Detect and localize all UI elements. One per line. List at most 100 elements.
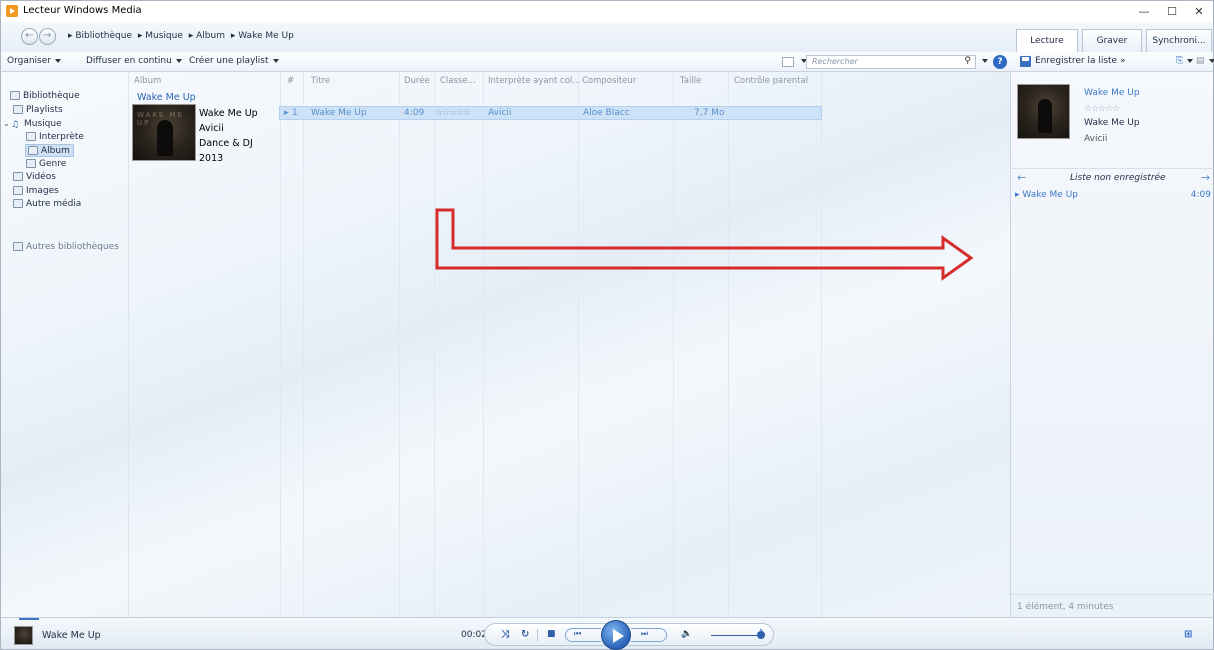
create-playlist-menu[interactable]: Créer une playlist <box>189 56 279 66</box>
maximize-button[interactable]: ☐ <box>1162 4 1182 20</box>
shuffle-icon[interactable]: ⤨ <box>501 629 509 640</box>
column-header-parental-rating[interactable]: Contrôle parental <box>734 76 808 86</box>
list-item[interactable]: ▸ Wake Me Up 4:09 <box>1015 190 1211 200</box>
minimize-button[interactable]: — <box>1134 4 1154 20</box>
album-group-header[interactable]: Wake Me Up <box>137 92 196 103</box>
forward-arrow-icon: → <box>43 30 52 41</box>
stop-icon[interactable]: ■ <box>547 629 556 639</box>
previous-list-arrow-icon[interactable]: ← <box>1017 171 1026 184</box>
nav-other-media[interactable]: Autre média <box>13 198 81 211</box>
tab-burn[interactable]: Graver <box>1082 29 1142 52</box>
online-store-icon[interactable]: ♪ <box>757 628 763 639</box>
nav-other-libraries[interactable]: Autres bibliothèques <box>13 241 119 254</box>
nav-videos[interactable]: Vidéos <box>13 171 56 184</box>
search-icon[interactable]: ⚲ <box>964 56 971 66</box>
panel-options-icon[interactable]: ▤ <box>1196 56 1214 66</box>
search-input[interactable]: Rechercher ⚲ <box>806 55 976 69</box>
column-header-size[interactable]: Taille <box>680 76 701 86</box>
track-title: Wake Me Up <box>311 108 367 118</box>
playlist-item-duration: 4:09 <box>1190 190 1211 200</box>
organize-menu[interactable]: Organiser <box>7 56 61 66</box>
track-rating[interactable]: ☆☆☆☆☆ <box>435 108 471 118</box>
forward-button[interactable]: → <box>39 28 56 45</box>
table-row[interactable]: ▸ 1 Wake Me Up 4:09 ☆☆☆☆☆ Avicii Aloe Bl… <box>279 106 822 120</box>
album-icon <box>28 146 38 155</box>
breadcrumb-library[interactable]: ▸ Bibliothèque <box>68 31 132 41</box>
previous-icon: ⏮ <box>574 629 582 638</box>
tab-sync[interactable]: Synchroni... <box>1146 29 1212 52</box>
tab-play[interactable]: Lecture <box>1016 29 1078 52</box>
column-header-duration[interactable]: Durée <box>404 76 430 86</box>
tabs-bar: Lecture Graver Synchroni... <box>1010 22 1214 52</box>
now-playing-label: Wake Me Up <box>42 630 101 641</box>
play-button[interactable] <box>601 620 631 650</box>
save-list-icon <box>1020 56 1031 67</box>
repeat-icon[interactable]: ↻ <box>521 629 529 640</box>
nav-playlists[interactable]: Playlists <box>13 104 63 117</box>
column-header-contributing-artist[interactable]: Interprète ayant col... <box>488 76 580 86</box>
column-header-title[interactable]: Titre <box>311 76 330 86</box>
next-list-arrow-icon[interactable]: → <box>1201 171 1210 184</box>
column-header-album[interactable]: Album <box>134 76 161 86</box>
album-cover[interactable]: WAKE ME UP <box>132 104 196 161</box>
list-toolbar: Enregistrer la liste » ⎘ ▤ <box>1010 52 1214 72</box>
seek-bar[interactable] <box>19 618 39 620</box>
title-bar: Lecteur Windows Media — ☐ ✕ <box>0 0 1214 22</box>
window-title: Lecteur Windows Media <box>23 5 142 16</box>
nav-album[interactable]: Album <box>25 144 74 157</box>
column-header-rating[interactable]: Classe... <box>440 76 476 86</box>
playback-controls: ⤨ ↻ ■ ⏮ ⏭ 🔈 <box>484 620 774 650</box>
library-icon <box>10 91 20 100</box>
help-icon[interactable]: ? <box>993 55 1007 69</box>
now-playing-album: Wake Me Up <box>1084 118 1140 128</box>
album-artist: Avicii <box>199 123 224 134</box>
next-icon: ⏭ <box>641 629 649 638</box>
nav-genre[interactable]: Genre <box>26 158 66 171</box>
view-options-icon[interactable] <box>782 57 794 67</box>
breadcrumb: ▸ Bibliothèque ▸ Musique ▸ Album ▸ Wake … <box>68 31 297 41</box>
address-bar: ← → ▸ Bibliothèque ▸ Musique ▸ Album ▸ W… <box>0 22 1010 52</box>
next-button[interactable]: ⏭ <box>631 628 667 642</box>
chevron-down-icon <box>1187 58 1194 63</box>
stream-menu[interactable]: Diffuser en continu <box>86 56 182 66</box>
breadcrumb-music[interactable]: ▸ Musique <box>138 31 183 41</box>
expand-icon[interactable]: ⌄ <box>3 117 11 130</box>
back-button[interactable]: ← <box>21 28 38 45</box>
previous-button[interactable]: ⏮ <box>565 628 601 642</box>
list-options-icon[interactable]: ⎘ <box>1176 56 1194 66</box>
search-options-dropdown[interactable] <box>978 56 988 66</box>
nav-music[interactable]: ⌄♫ Musique <box>3 117 62 130</box>
playlist-status-bar: 1 élément, 4 minutes <box>1011 594 1214 617</box>
artist-icon <box>26 132 36 141</box>
video-icon <box>13 172 23 181</box>
breadcrumb-wake-me-up[interactable]: ▸ Wake Me Up <box>231 31 294 41</box>
nav-artist[interactable]: Interprète <box>26 131 84 144</box>
close-button[interactable]: ✕ <box>1189 4 1209 20</box>
column-header-composer[interactable]: Compositeur <box>582 76 636 86</box>
switch-to-now-playing-icon[interactable]: ⊞ <box>1184 629 1192 640</box>
track-number: 1 <box>292 108 298 118</box>
now-playing-artist: Avicii <box>1084 134 1108 144</box>
track-composer: Aloe Blacc <box>583 108 630 118</box>
nav-library[interactable]: Bibliothèque <box>10 90 80 103</box>
annotation-arrow-shape <box>435 208 974 281</box>
column-header-number[interactable]: # <box>287 76 294 86</box>
volume-slider[interactable] <box>711 635 761 636</box>
mute-icon[interactable]: 🔈 <box>681 629 692 639</box>
playlist-header: ← Liste non enregistrée → <box>1011 168 1214 184</box>
genre-icon <box>26 159 36 168</box>
now-playing-rating[interactable]: ☆☆☆☆☆ <box>1084 104 1120 114</box>
more-icon[interactable]: » <box>1120 56 1126 66</box>
breadcrumb-album[interactable]: ▸ Album <box>189 31 225 41</box>
now-playing-thumbnail[interactable] <box>14 626 33 645</box>
nav-images[interactable]: Images <box>13 185 59 198</box>
library-pane: Bibliothèque Playlists ⌄♫ Musique Interpr… <box>0 72 1010 617</box>
playlist-item-indicator: ▸ <box>1015 190 1020 200</box>
album-title: Wake Me Up <box>199 108 258 119</box>
media-player-app-icon <box>6 5 18 17</box>
divider <box>537 629 538 641</box>
save-list-button[interactable]: Enregistrer la liste » <box>1035 56 1126 66</box>
chevron-down-icon <box>55 58 61 63</box>
playlist-title: Liste non enregistrée <box>1070 173 1166 183</box>
playback-bar: Wake Me Up 00:02 ⤨ ↻ ■ ⏮ ⏭ 🔈 ♪ ⊞ <box>0 617 1214 650</box>
